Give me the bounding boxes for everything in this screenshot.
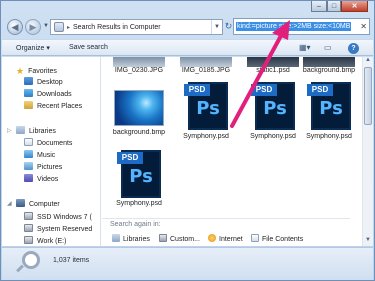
sidebar-item-downloads[interactable]: Downloads (24, 89, 72, 98)
psd-thumbnail (247, 57, 299, 67)
computer-header[interactable]: Computer (16, 199, 60, 208)
file-item[interactable]: background.bmp (106, 90, 172, 136)
bitmap-thumbnail (114, 90, 164, 126)
recent-pages-dropdown[interactable]: ▼ (43, 23, 49, 29)
back-button[interactable]: ◀ (7, 19, 23, 35)
expand-arrow-icon[interactable]: ▷ (7, 127, 12, 134)
change-view-icon[interactable]: ▦▾ (299, 43, 311, 52)
search-again-libraries[interactable]: Libraries (112, 234, 150, 243)
videos-icon (24, 174, 33, 182)
search-input[interactable]: kind:=picture size:>2MB size:<10MB (236, 22, 352, 31)
address-dropdown-button[interactable]: ▼ (211, 20, 222, 34)
photoshop-file-icon: PSD Ps (251, 82, 295, 130)
details-pane: 1,037 items (2, 247, 373, 280)
photoshop-file-icon: PSD Ps (184, 82, 228, 130)
file-item[interactable]: background.bmp (296, 57, 362, 74)
search-again-panel: Search again in: Libraries Custom... Int… (102, 218, 350, 246)
maximize-button[interactable]: □ (327, 1, 341, 12)
sidebar-item-desktop[interactable]: Desktop (24, 77, 63, 86)
downloads-icon (24, 89, 33, 97)
file-contents-icon (251, 234, 259, 242)
organize-button[interactable]: Organize ▾ (16, 44, 50, 52)
photoshop-file-icon: PSD Ps (307, 82, 351, 130)
search-again-title: Search again in: (110, 221, 161, 228)
scroll-down-icon[interactable]: ▼ (363, 237, 373, 246)
search-again-file-contents[interactable]: File Contents (251, 234, 303, 243)
minimize-button[interactable]: – (311, 1, 327, 12)
arrow-right-icon: ▶ (29, 22, 37, 32)
computer-icon (16, 199, 25, 207)
search-again-internet[interactable]: Internet (208, 234, 243, 243)
file-item[interactable]: PSD Ps Symphony.psd (296, 82, 362, 140)
navigation-bar: ◀ ▶ ▼ ▸ Search Results in Computer ▼ ↻ k… (5, 17, 371, 37)
vertical-scrollbar[interactable]: ▲ ▼ (362, 57, 373, 246)
file-item[interactable]: PSD Ps Symphony.psd (173, 82, 239, 140)
libraries-icon (112, 234, 120, 242)
address-bar[interactable]: ▸ Search Results in Computer ▼ (50, 19, 223, 35)
photoshop-file-icon: PSD Ps (117, 150, 161, 198)
sidebar-item-ssd-drive[interactable]: SSD Windows 7 ( (24, 212, 92, 221)
drive-icon (24, 224, 33, 232)
pictures-icon (24, 162, 33, 170)
libraries-header[interactable]: Libraries (16, 126, 56, 135)
sidebar-item-work-drive[interactable]: Work (E:) (24, 236, 66, 245)
recent-places-icon (24, 101, 33, 109)
bitmap-thumbnail (303, 57, 355, 67)
file-list: IMG_0230.JPG IMG_0185.JPG static1.psd ba… (102, 57, 362, 246)
help-icon[interactable]: ? (348, 43, 359, 54)
command-bar: Organize ▾ Save search ▦▾ ▭ ? (2, 39, 373, 56)
photo-thumbnail (113, 57, 165, 67)
caption-buttons: – □ ✕ (311, 1, 368, 12)
scroll-up-icon[interactable]: ▲ (363, 57, 373, 66)
desktop-icon (24, 77, 33, 85)
search-results-icon (22, 251, 40, 269)
preview-pane-icon[interactable]: ▭ (324, 43, 332, 52)
search-again-custom[interactable]: Custom... (159, 234, 200, 243)
documents-icon (24, 138, 33, 146)
save-search-button[interactable]: Save search (69, 44, 108, 51)
music-icon (24, 150, 33, 158)
sidebar-item-recent-places[interactable]: Recent Places (24, 101, 82, 110)
file-item[interactable]: IMG_0185.JPG (173, 57, 239, 74)
collapse-arrow-icon[interactable]: ◢ (7, 200, 12, 207)
forward-button[interactable]: ▶ (25, 19, 41, 35)
sidebar-item-pictures[interactable]: Pictures (24, 162, 62, 171)
file-item[interactable]: IMG_0230.JPG (106, 57, 172, 74)
favorites-header[interactable]: ★ Favorites (16, 66, 57, 76)
star-icon: ★ (16, 66, 25, 76)
clear-search-icon[interactable]: ✕ (360, 22, 367, 31)
photo-thumbnail (180, 57, 232, 67)
libraries-icon (16, 126, 25, 134)
close-button[interactable]: ✕ (341, 1, 368, 12)
breadcrumb-chevron-icon[interactable]: ▸ (67, 24, 70, 31)
sidebar-item-documents[interactable]: Documents (24, 138, 72, 147)
sidebar-item-music[interactable]: Music (24, 150, 55, 159)
navigation-pane: ★ Favorites Desktop Downloads Recent Plac… (2, 57, 101, 246)
file-item[interactable]: PSD Ps Symphony.psd (106, 150, 172, 207)
sidebar-item-videos[interactable]: Videos (24, 174, 58, 183)
scrollbar-thumb[interactable] (364, 67, 372, 125)
internet-icon (208, 234, 216, 242)
drive-icon (24, 236, 33, 244)
breadcrumb[interactable]: Search Results in Computer (73, 24, 161, 31)
drive-icon (24, 212, 33, 220)
magnifier-handle (16, 264, 24, 273)
item-count: 1,037 items (53, 257, 90, 264)
search-location-icon (54, 22, 64, 32)
explorer-window: – □ ✕ ◀ ▶ ▼ ▸ Search Results in Computer… (0, 0, 375, 281)
search-box[interactable]: kind:=picture size:>2MB size:<10MB ✕ (233, 18, 370, 35)
main-area: ★ Favorites Desktop Downloads Recent Plac… (2, 57, 373, 246)
sidebar-item-system-reserved[interactable]: System Reserved (24, 224, 92, 233)
arrow-left-icon: ◀ (11, 22, 19, 32)
custom-location-icon (159, 234, 167, 242)
